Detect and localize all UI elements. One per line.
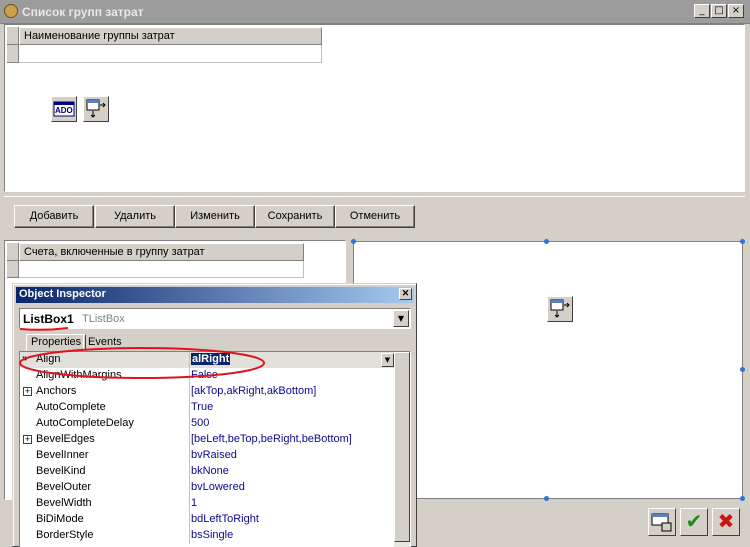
property-name: BiDiMode <box>36 513 84 525</box>
edit-button[interactable]: Изменить <box>175 205 255 228</box>
window-titlebar[interactable]: Список групп затрат _ □ × <box>0 0 750 24</box>
chevron-down-icon[interactable]: ▼ <box>393 310 409 327</box>
object-inspector[interactable]: Object Inspector ✕ ListBox1 TListBox ▼ P… <box>12 283 417 547</box>
property-name: AutoCompleteDelay <box>36 417 134 429</box>
selection-handle[interactable] <box>544 496 549 501</box>
datasource-icon[interactable] <box>83 96 109 122</box>
property-row[interactable]: BevelKind bkNone <box>20 464 395 480</box>
chevron-down-icon[interactable]: ▼ <box>381 353 394 367</box>
inspector-titlebar[interactable]: Object Inspector ✕ <box>16 287 414 303</box>
component-name: ListBox1 <box>23 312 74 326</box>
property-value[interactable]: 500 <box>191 417 381 429</box>
component-selector[interactable]: ListBox1 TListBox ▼ <box>19 308 411 329</box>
grid-corner <box>7 27 19 45</box>
top-grid-cell[interactable] <box>19 45 322 63</box>
app-icon <box>4 4 18 18</box>
grid-row-indicator[interactable] <box>7 261 19 278</box>
property-row[interactable]: AutoCompleteDelay 500 <box>20 416 395 432</box>
selection-handle[interactable] <box>740 239 745 244</box>
grid-row-indicator[interactable] <box>7 45 19 63</box>
selection-handle[interactable] <box>351 239 356 244</box>
property-row[interactable]: BevelOuter bvLowered <box>20 480 395 496</box>
cross-icon: ✖ <box>717 509 735 533</box>
property-name: BevelEdges <box>36 433 95 445</box>
property-value[interactable]: bkNone <box>191 465 381 477</box>
minimize-button[interactable]: _ <box>694 4 710 18</box>
property-row[interactable]: + Anchors [akTop,akRight,akBottom] <box>20 384 395 400</box>
property-name: BevelInner <box>36 449 89 461</box>
property-row[interactable]: BevelInner bvRaised <box>20 448 395 464</box>
property-row[interactable]: BorderStyle bsSingle <box>20 528 395 544</box>
accept-button[interactable]: ✔ <box>680 508 708 536</box>
property-name: Anchors <box>36 385 77 397</box>
checkmark-icon: ✔ <box>685 509 703 533</box>
selection-handle[interactable] <box>740 367 745 372</box>
property-row[interactable]: AutoComplete True <box>20 400 395 416</box>
property-value[interactable]: 1 <box>191 497 381 509</box>
selection-handle[interactable] <box>544 239 549 244</box>
db-editor-button[interactable] <box>648 508 676 536</box>
top-grid-panel[interactable]: Наименование группы затрат ADO <box>4 24 745 192</box>
add-button[interactable]: Добавить <box>14 205 94 228</box>
property-value[interactable]: bvLowered <box>191 481 381 493</box>
inspector-close-button[interactable]: ✕ <box>399 288 412 300</box>
expand-icon[interactable]: + <box>23 387 32 396</box>
cancel-edit-button[interactable]: Отменить <box>335 205 415 228</box>
properties-scrollbar[interactable] <box>394 352 410 547</box>
ado-icon-label: ADO <box>55 106 73 115</box>
property-value[interactable]: bdLeftToRight <box>191 513 381 525</box>
selection-handle[interactable] <box>740 496 745 501</box>
expand-icon[interactable]: + <box>23 435 32 444</box>
close-button[interactable]: × <box>728 4 744 18</box>
property-value[interactable]: [akTop,akRight,akBottom] <box>191 385 381 397</box>
property-row[interactable]: BiDiMode bdLeftToRight <box>20 512 395 528</box>
scrollbar-thumb[interactable] <box>394 352 410 542</box>
property-value[interactable]: bsSingle <box>191 529 381 541</box>
property-name: AutoComplete <box>36 401 106 413</box>
accounts-grid-cell[interactable] <box>19 261 304 278</box>
save-button[interactable]: Сохранить <box>255 205 335 228</box>
annotation-underline <box>19 327 69 331</box>
component-type: TListBox <box>82 313 125 325</box>
maximize-button[interactable]: □ <box>711 4 727 18</box>
property-row[interactable]: + BevelEdges [beLeft,beTop,beRight,beBot… <box>20 432 395 448</box>
top-grid-header[interactable]: Наименование группы затрат <box>19 27 322 45</box>
property-name: BevelWidth <box>36 497 92 509</box>
inspector-title: Object Inspector <box>19 288 106 300</box>
grid-corner <box>7 243 19 261</box>
property-value[interactable]: bvRaised <box>191 449 381 461</box>
property-name: BevelKind <box>36 465 86 477</box>
property-value[interactable]: [beLeft,beTop,beRight,beBottom] <box>191 433 381 445</box>
accounts-grid-header[interactable]: Счета, включенные в группу затрат <box>19 243 304 261</box>
property-row[interactable]: BevelWidth 1 <box>20 496 395 512</box>
property-value[interactable]: True <box>191 401 381 413</box>
reject-button[interactable]: ✖ <box>712 508 740 536</box>
property-name: BevelOuter <box>36 481 92 493</box>
datasource-icon[interactable] <box>547 296 573 322</box>
annotation-ellipse <box>19 347 265 379</box>
window-title: Список групп затрат <box>22 5 144 19</box>
ado-dataset-icon[interactable]: ADO <box>51 96 77 122</box>
delete-button[interactable]: Удалить <box>95 205 175 228</box>
property-name: BorderStyle <box>36 529 94 541</box>
